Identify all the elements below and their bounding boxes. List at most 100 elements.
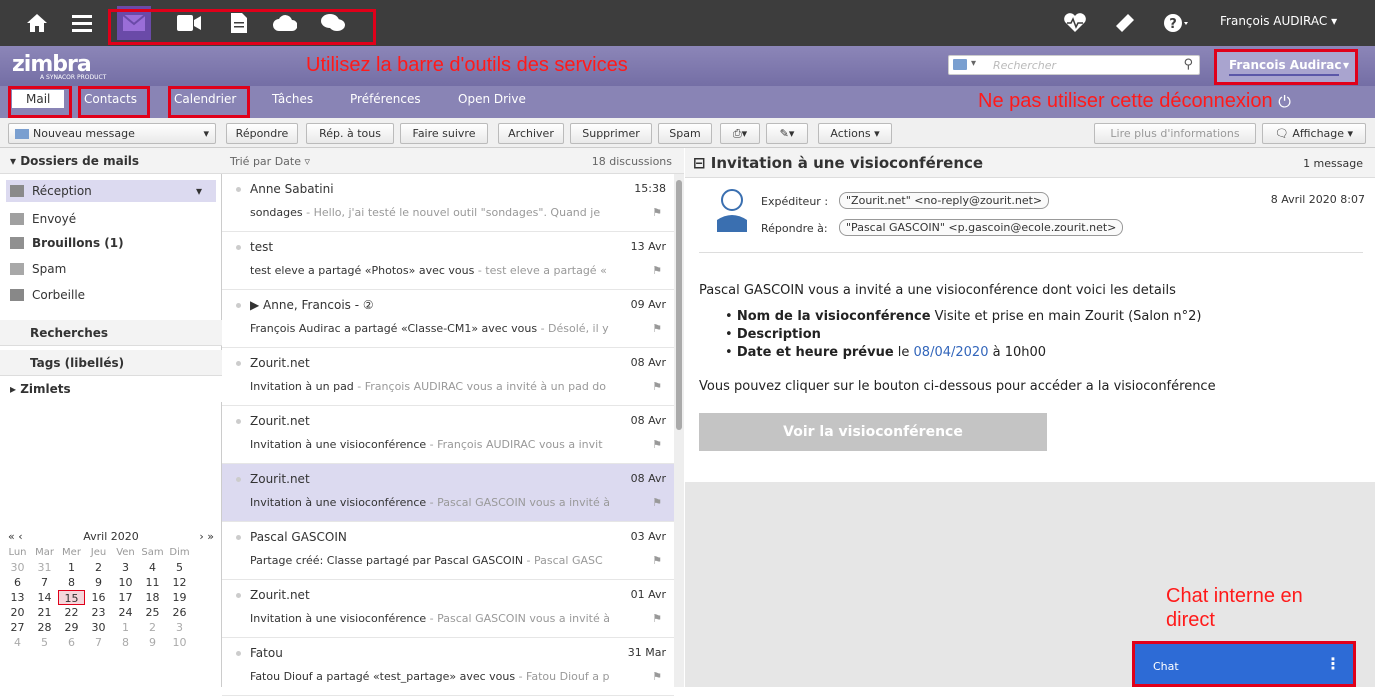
calendar-day[interactable]: 22 bbox=[58, 605, 85, 620]
tab-preferences[interactable]: Préférences bbox=[350, 92, 421, 106]
zimlets-header[interactable]: ▸ Zimlets bbox=[0, 376, 222, 402]
calendar-day[interactable]: 9 bbox=[85, 575, 112, 590]
folder-envoye[interactable]: Envoyé bbox=[10, 208, 76, 230]
message-row[interactable]: Anne Sabatini 15:38 sondages - Hello, j'ai… bbox=[222, 174, 674, 232]
folder-spam[interactable]: Spam bbox=[10, 258, 66, 280]
actions-button[interactable]: Actions ▾ bbox=[818, 123, 892, 144]
search-dropdown-icon[interactable]: ▾ bbox=[971, 58, 976, 69]
calendar-day[interactable]: 6 bbox=[58, 635, 85, 650]
status-dot-icon[interactable] bbox=[236, 303, 241, 308]
calendar-day[interactable]: 2 bbox=[139, 620, 166, 635]
calendar-day[interactable]: 14 bbox=[31, 590, 58, 605]
message-row[interactable]: Zourit.net 08 Avr Invitation à une visioco… bbox=[222, 406, 674, 464]
user-dropdown-icon[interactable]: ▾ bbox=[1343, 58, 1349, 72]
tab-open-drive[interactable]: Open Drive bbox=[458, 92, 526, 106]
calendar-day[interactable]: 24 bbox=[112, 605, 139, 620]
calendar-day[interactable]: 19 bbox=[166, 590, 193, 605]
folder-corbeille[interactable]: Corbeille bbox=[10, 284, 85, 306]
calendar-day[interactable]: 28 bbox=[31, 620, 58, 635]
status-dot-icon[interactable] bbox=[236, 361, 241, 366]
next-month-icon[interactable]: › » bbox=[199, 530, 214, 543]
status-dot-icon[interactable] bbox=[236, 419, 241, 424]
status-dot-icon[interactable] bbox=[236, 593, 241, 598]
message-row[interactable]: test 13 Avr test eleve a partagé «Photos» … bbox=[222, 232, 674, 290]
calendar-day[interactable]: 1 bbox=[58, 560, 85, 575]
forward-button[interactable]: Faire suivre bbox=[400, 123, 488, 144]
reply-button[interactable]: Répondre bbox=[226, 123, 298, 144]
flag-icon[interactable]: ⚑ bbox=[652, 322, 662, 335]
calendar-day[interactable]: 5 bbox=[31, 635, 58, 650]
calendar-day[interactable]: 3 bbox=[166, 620, 193, 635]
message-row[interactable]: Zourit.net 08 Avr Invitation à un pad - Fr… bbox=[222, 348, 674, 406]
searches-header[interactable]: Recherches bbox=[0, 320, 222, 346]
delete-button[interactable]: Supprimer bbox=[570, 123, 652, 144]
date-link[interactable]: 08/04/2020 bbox=[914, 345, 989, 360]
calendar-day[interactable]: 3 bbox=[112, 560, 139, 575]
sort-label[interactable]: Trié par Date ▿ bbox=[230, 155, 310, 168]
flag-icon[interactable]: ⚑ bbox=[652, 206, 662, 219]
reply-all-button[interactable]: Rép. à tous bbox=[306, 123, 394, 144]
calendar-day[interactable]: 13 bbox=[4, 590, 31, 605]
calendar-day[interactable]: 12 bbox=[166, 575, 193, 590]
chat-panel[interactable]: Chat ⋮ bbox=[1132, 641, 1356, 687]
heartbeat-icon[interactable] bbox=[1058, 6, 1092, 40]
message-row[interactable]: Zourit.net 01 Avr Invitation à une visioco… bbox=[222, 580, 674, 638]
calendar-day[interactable]: 26 bbox=[166, 605, 193, 620]
prev-year-icon[interactable]: « ‹ bbox=[8, 530, 23, 543]
status-dot-icon[interactable] bbox=[236, 651, 241, 656]
folder-brouillons[interactable]: Brouillons (1) bbox=[10, 232, 124, 254]
view-button[interactable]: 🗨 Affichage ▾ bbox=[1262, 123, 1366, 144]
ticket-icon[interactable] bbox=[1108, 6, 1142, 40]
calendar-day[interactable]: 30 bbox=[4, 560, 31, 575]
status-dot-icon[interactable] bbox=[236, 477, 241, 482]
status-dot-icon[interactable] bbox=[236, 245, 241, 250]
new-message-button[interactable]: Nouveau message ▾ bbox=[8, 123, 216, 144]
folder-reception[interactable]: Réception ▾ bbox=[10, 180, 202, 202]
flag-icon[interactable]: ⚑ bbox=[652, 554, 662, 567]
message-row[interactable]: ▶ Anne, Francois - ② 09 Avr François Audir… bbox=[222, 290, 674, 348]
logout-user-button[interactable]: Francois Audirac ▾ bbox=[1214, 49, 1358, 85]
user-menu[interactable]: François AUDIRAC ▾ bbox=[1220, 14, 1337, 28]
read-more-button[interactable]: Lire plus d'informations bbox=[1094, 123, 1256, 144]
calendar-day[interactable]: 16 bbox=[85, 590, 112, 605]
message-row[interactable]: Fatou 31 Mar Fatou Diouf a partagé «test_p… bbox=[222, 638, 674, 696]
calendar-day[interactable]: 4 bbox=[139, 560, 166, 575]
calendar-day[interactable]: 15 bbox=[58, 590, 85, 605]
flag-icon[interactable]: ⚑ bbox=[652, 612, 662, 625]
home-icon[interactable] bbox=[20, 6, 54, 40]
flag-icon[interactable]: ⚑ bbox=[652, 496, 662, 509]
message-row[interactable]: Pascal GASCOIN 03 Avr Partage créé: Classe… bbox=[222, 522, 674, 580]
message-row[interactable]: Zourit.net 08 Avr Invitation à une visioco… bbox=[222, 464, 674, 522]
calendar-day[interactable]: 25 bbox=[139, 605, 166, 620]
calendar-day[interactable]: 18 bbox=[139, 590, 166, 605]
calendar-day[interactable]: 8 bbox=[112, 635, 139, 650]
list-scrollbar[interactable] bbox=[674, 174, 684, 687]
calendar-day[interactable]: 1 bbox=[112, 620, 139, 635]
calendar-day[interactable]: 27 bbox=[4, 620, 31, 635]
flag-icon[interactable]: ⚑ bbox=[652, 670, 662, 683]
calendar-day[interactable]: 17 bbox=[112, 590, 139, 605]
calendar-day[interactable]: 5 bbox=[166, 560, 193, 575]
calendar-day[interactable]: 7 bbox=[31, 575, 58, 590]
calendar-day[interactable]: 8 bbox=[58, 575, 85, 590]
calendar-day[interactable]: 11 bbox=[139, 575, 166, 590]
flag-icon[interactable]: ⚑ bbox=[652, 438, 662, 451]
calendar-day[interactable]: 21 bbox=[31, 605, 58, 620]
calendar-day[interactable]: 30 bbox=[85, 620, 112, 635]
calendar-day[interactable]: 2 bbox=[85, 560, 112, 575]
sender-address[interactable]: "Zourit.net" <no-reply@zourit.net> bbox=[839, 192, 1050, 209]
calendar-day[interactable]: 9 bbox=[139, 635, 166, 650]
menu-icon[interactable] bbox=[65, 6, 99, 40]
folders-header[interactable]: ▾ Dossiers de mails bbox=[0, 148, 222, 174]
print-button[interactable]: ⎙ ▾ bbox=[720, 123, 760, 144]
calendar-day[interactable]: 10 bbox=[112, 575, 139, 590]
search-icon[interactable]: ⚲ bbox=[1183, 57, 1193, 72]
calendar-day[interactable]: 29 bbox=[58, 620, 85, 635]
calendar-day[interactable]: 6 bbox=[4, 575, 31, 590]
flag-icon[interactable]: ⚑ bbox=[652, 264, 662, 277]
calendar-day[interactable]: 4 bbox=[4, 635, 31, 650]
join-visio-button[interactable]: Voir la visioconférence bbox=[699, 413, 1047, 451]
tag-button[interactable]: ✎ ▾ bbox=[766, 123, 808, 144]
status-dot-icon[interactable] bbox=[236, 187, 241, 192]
status-dot-icon[interactable] bbox=[236, 535, 241, 540]
